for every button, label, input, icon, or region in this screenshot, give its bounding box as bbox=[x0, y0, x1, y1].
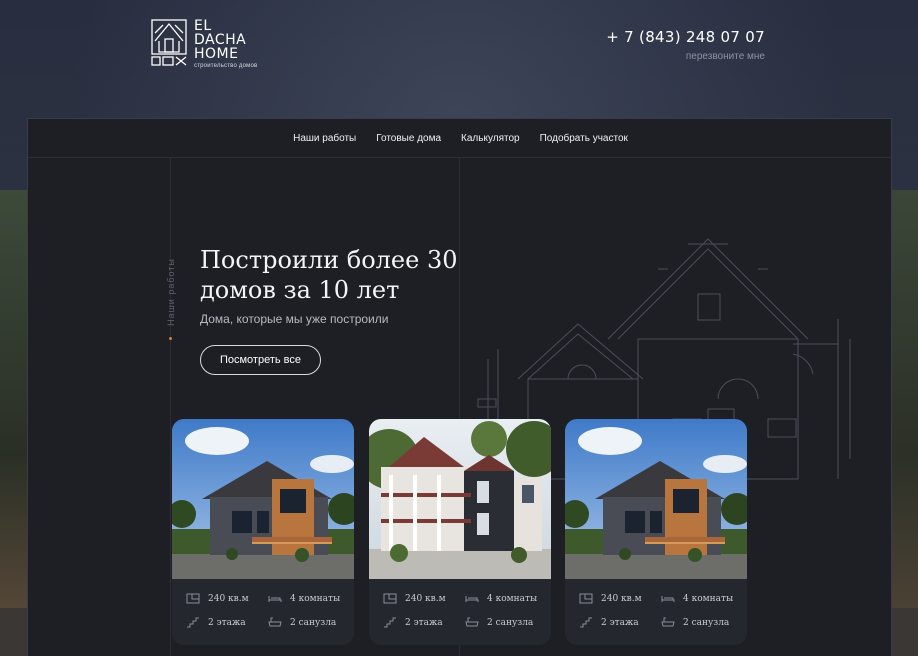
house-photo bbox=[565, 419, 747, 579]
house-logo-icon bbox=[151, 19, 187, 66]
floor-plan-icon bbox=[383, 593, 397, 604]
floor-plan-icon bbox=[579, 593, 593, 604]
spec-floors-value: 2 этажа bbox=[208, 617, 246, 628]
brand-line-1: EL bbox=[194, 18, 212, 34]
spec-area: 240 кв.м bbox=[579, 593, 642, 604]
spec-floors: 2 этажа bbox=[186, 617, 246, 628]
spec-floors: 2 этажа bbox=[579, 617, 639, 628]
spec-baths-value: 2 санузла bbox=[290, 617, 337, 628]
stairs-icon bbox=[384, 617, 396, 628]
bathtub-icon bbox=[268, 617, 282, 627]
side-label-text: Наши работы bbox=[166, 258, 176, 326]
nav-item-our-works[interactable]: Наши работы bbox=[293, 133, 356, 144]
brand-line-2: DACHA bbox=[194, 32, 247, 48]
main-nav: Наши работы Готовые дома Калькулятор Под… bbox=[28, 119, 891, 158]
spec-baths-value: 2 санузла bbox=[487, 617, 534, 628]
phone-number[interactable]: + 7 (843) 248 07 07 bbox=[606, 28, 765, 46]
logo[interactable]: EL DACHA HOME строительство домов bbox=[151, 19, 257, 71]
spec-baths: 2 санузла bbox=[661, 617, 729, 628]
bed-icon bbox=[268, 596, 282, 602]
brand-tagline: строительство домов bbox=[194, 63, 258, 69]
house-specs: 240 кв.м 4 комнаты 2 этажа 2 санузла bbox=[172, 587, 354, 643]
spec-floors-value: 2 этажа bbox=[405, 617, 443, 628]
brand-line-3: HOME bbox=[194, 46, 239, 62]
spec-area-value: 240 кв.м bbox=[405, 593, 446, 604]
callback-link[interactable]: перезвоните мне bbox=[606, 51, 765, 62]
floor-plan-icon bbox=[186, 593, 200, 604]
spec-area: 240 кв.м bbox=[383, 593, 446, 604]
spec-rooms: 4 комнаты bbox=[268, 593, 340, 604]
spec-area-value: 240 кв.м bbox=[601, 593, 642, 604]
bathtub-icon bbox=[465, 617, 479, 627]
house-specs: 240 кв.м 4 комнаты 2 этажа 2 санузла bbox=[565, 587, 747, 643]
house-specs: 240 кв.м 4 комнаты 2 этажа 2 санузла bbox=[369, 587, 551, 643]
nav-item-calculator[interactable]: Калькулятор bbox=[461, 133, 520, 144]
nav-item-find-plot[interactable]: Подобрать участок bbox=[540, 133, 628, 144]
spec-area-value: 240 кв.м bbox=[208, 593, 249, 604]
house-card[interactable]: 240 кв.м 4 комнаты 2 этажа 2 санузла bbox=[565, 419, 747, 645]
spec-rooms-value: 4 комнаты bbox=[290, 593, 341, 604]
grid-line bbox=[170, 158, 171, 656]
spec-baths: 2 санузла bbox=[268, 617, 336, 628]
spec-rooms-value: 4 комнаты bbox=[487, 593, 538, 604]
spec-floors-value: 2 этажа bbox=[601, 617, 639, 628]
spec-rooms-value: 4 комнаты bbox=[683, 593, 734, 604]
main-panel: Наши работы Готовые дома Калькулятор Под… bbox=[27, 118, 892, 656]
stairs-icon bbox=[187, 617, 199, 628]
view-all-button[interactable]: Посмотреть все bbox=[200, 345, 321, 375]
house-card[interactable]: 240 кв.м 4 комнаты 2 этажа 2 санузла bbox=[172, 419, 354, 645]
spec-baths: 2 санузла bbox=[465, 617, 533, 628]
spec-rooms: 4 комнаты bbox=[465, 593, 537, 604]
house-photo bbox=[172, 419, 354, 579]
spec-baths-value: 2 санузла bbox=[683, 617, 730, 628]
stairs-icon bbox=[580, 617, 592, 628]
section-side-label: Наши работы bbox=[158, 247, 184, 337]
bed-icon bbox=[661, 596, 675, 602]
bed-icon bbox=[465, 596, 479, 602]
section-indicator-dot bbox=[169, 337, 172, 340]
nav-item-ready-houses[interactable]: Готовые дома bbox=[376, 133, 441, 144]
background-trees-left bbox=[0, 190, 28, 630]
house-card[interactable]: 240 кв.м 4 комнаты 2 этажа 2 санузла bbox=[369, 419, 551, 645]
contact-block: + 7 (843) 248 07 07 перезвоните мне bbox=[606, 28, 765, 62]
spec-area: 240 кв.м bbox=[186, 593, 249, 604]
house-photo bbox=[369, 419, 551, 579]
hero-title: Построили более 30 домов за 10 лет bbox=[200, 246, 458, 304]
hero-subtitle: Дома, которые мы уже построили bbox=[200, 312, 389, 326]
spec-floors: 2 этажа bbox=[383, 617, 443, 628]
site-header: EL DACHA HOME строительство домов + 7 (8… bbox=[0, 0, 918, 110]
background-trees-right bbox=[892, 190, 918, 630]
bathtub-icon bbox=[661, 617, 675, 627]
spec-rooms: 4 комнаты bbox=[661, 593, 733, 604]
